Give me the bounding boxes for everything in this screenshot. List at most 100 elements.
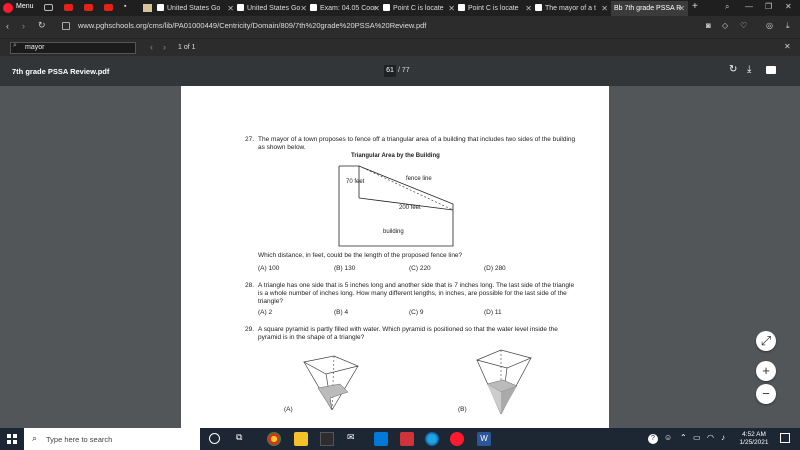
minimize-icon[interactable]: —	[745, 2, 753, 11]
question-text: The mayor of a town proposes to fence of…	[258, 136, 576, 151]
menu-button[interactable]: Menu	[16, 3, 34, 10]
close-icon[interactable]: ✕	[448, 1, 455, 16]
question-prompt: Which distance, in feet, could be the le…	[258, 252, 463, 259]
tab[interactable]: United States Go ✕	[237, 1, 310, 16]
search-tabs-icon[interactable]: ⌕	[725, 2, 729, 12]
tab-label: Exam: 04.05 Coor	[320, 5, 377, 12]
close-window-icon[interactable]: ✕	[785, 2, 792, 11]
volume-icon[interactable]: ♪	[721, 433, 725, 442]
reload-icon[interactable]: ↻	[38, 20, 46, 31]
office-icon[interactable]	[400, 432, 414, 446]
find-match-count: 1 of 1	[178, 44, 196, 51]
label-200-feet: 200 feet	[399, 205, 421, 211]
restore-icon[interactable]: ❐	[765, 2, 772, 11]
word-icon[interactable]: W	[477, 432, 491, 446]
mail-icon[interactable]: ✉	[347, 432, 361, 446]
tab-active[interactable]: Bb 7th grade PSSA R ✕	[611, 1, 688, 16]
tab[interactable]: Point C is locate ✕	[383, 1, 458, 16]
bookmark-icon	[383, 4, 390, 11]
document-icon	[157, 4, 164, 11]
forward-icon[interactable]: ›	[22, 21, 25, 31]
edge-icon[interactable]	[425, 432, 439, 446]
zoom-out-button[interactable]: −	[756, 384, 776, 404]
pyramid-b-figure	[475, 349, 533, 415]
calculator-icon[interactable]	[320, 432, 334, 446]
taskbar-search-placeholder: Type here to search	[46, 435, 113, 444]
back-icon[interactable]: ‹	[6, 21, 9, 31]
gamepad-icon[interactable]	[44, 4, 53, 11]
find-previous-icon[interactable]: ‹	[150, 42, 153, 52]
question-text: A triangle has one side that is 5 inches…	[258, 282, 575, 305]
tab[interactable]: Exam: 04.05 Coor ✕	[310, 1, 383, 16]
opera-logo-icon[interactable]	[3, 3, 13, 13]
figure-label-a: (A)	[284, 406, 293, 413]
pyramid-hidden-edge	[331, 355, 335, 411]
task-view-icon[interactable]: ⧉	[236, 432, 250, 446]
chevron-up-icon[interactable]: ⌃	[680, 433, 687, 442]
youtube-icon[interactable]	[84, 4, 93, 11]
question-number: 29.	[245, 326, 255, 333]
clock-time: 4:52 AM	[742, 431, 766, 438]
people-icon[interactable]: ☺	[664, 433, 672, 442]
download-icon[interactable]: ⤓	[747, 64, 751, 75]
pdf-page: 27. The mayor of a town proposes to fenc…	[181, 86, 609, 428]
file-explorer-icon[interactable]	[294, 432, 308, 446]
label-70-feet: 70 feet	[346, 179, 365, 185]
opera-icon[interactable]	[450, 432, 464, 446]
bookmark-icon	[535, 4, 542, 11]
answer-option: (D) 280	[484, 265, 506, 272]
url-field[interactable]: www.pghschools.org/cms/lib/PA01000449/Ce…	[78, 21, 426, 30]
help-icon[interactable]: ?	[648, 434, 658, 444]
bookmark-icon	[458, 4, 465, 11]
shield-icon[interactable]: ◇	[722, 21, 728, 30]
tab[interactable]: The mayor of a t ✕	[535, 1, 611, 16]
search-icon: ⌕	[32, 433, 38, 443]
close-icon[interactable]: ✕	[300, 1, 307, 16]
print-icon[interactable]	[766, 66, 776, 74]
water-region	[317, 383, 349, 411]
page-number-input[interactable]: 61	[384, 65, 396, 77]
close-icon[interactable]: ✕	[678, 1, 685, 16]
page-info-icon[interactable]	[62, 22, 70, 30]
close-icon[interactable]: ✕	[525, 1, 532, 16]
cortana-icon[interactable]	[209, 433, 220, 444]
windows-start-icon[interactable]	[7, 434, 17, 444]
taskbar-search-box[interactable]: ⌕ Type here to search	[24, 428, 200, 450]
tab-label: United States Go	[167, 5, 221, 12]
question-number: 28.	[245, 282, 255, 289]
zoom-in-button[interactable]: +	[756, 361, 776, 381]
pdf-toolbar: 7th grade PSSA Review.pdf 61 / 77 ↻ ⤓	[0, 56, 800, 86]
search-icon: ⌕	[13, 42, 17, 49]
bookmark-icon[interactable]: ▪	[124, 3, 126, 10]
find-next-icon[interactable]: ›	[163, 42, 166, 52]
tab-label: Bb 7th grade PSSA R	[614, 5, 682, 12]
label-fence-line: fence line	[406, 176, 432, 182]
find-input[interactable]: mayor	[10, 42, 136, 54]
close-find-icon[interactable]: ✕	[784, 42, 791, 51]
wifi-icon[interactable]: ◠	[707, 433, 714, 442]
chrome-icon[interactable]	[267, 432, 281, 446]
rotate-icon[interactable]: ↻	[729, 64, 737, 75]
label-building: building	[383, 229, 404, 235]
new-tab-button[interactable]: +	[692, 1, 698, 12]
tab[interactable]: United States Go ✕	[157, 1, 237, 16]
tab-label: Point C is locate	[393, 5, 444, 12]
youtube-icon[interactable]	[64, 4, 73, 11]
youtube-icon[interactable]	[104, 4, 113, 11]
close-icon[interactable]: ✕	[601, 1, 608, 16]
close-icon[interactable]: ✕	[227, 1, 234, 16]
notifications-icon[interactable]	[780, 433, 790, 443]
camera-icon[interactable]: ◙	[706, 21, 711, 30]
clock[interactable]: 4:52 AM 1/25/2021	[738, 431, 770, 447]
tab[interactable]: Point C is locate ✕	[458, 1, 535, 16]
battery-icon[interactable]: ▭	[693, 433, 701, 442]
tab-label: The mayor of a t	[545, 5, 596, 12]
snapshot-icon[interactable]: ◎	[766, 21, 773, 30]
close-icon[interactable]: ✕	[373, 1, 380, 16]
fit-to-page-button[interactable]: ⤢	[756, 331, 776, 351]
dropbox-icon[interactable]	[374, 432, 388, 446]
answer-option: (A) 2	[258, 309, 273, 316]
download-icon[interactable]: ⤓	[786, 21, 790, 31]
site-favicon-icon[interactable]	[143, 4, 152, 12]
heart-icon[interactable]: ♡	[740, 21, 747, 30]
